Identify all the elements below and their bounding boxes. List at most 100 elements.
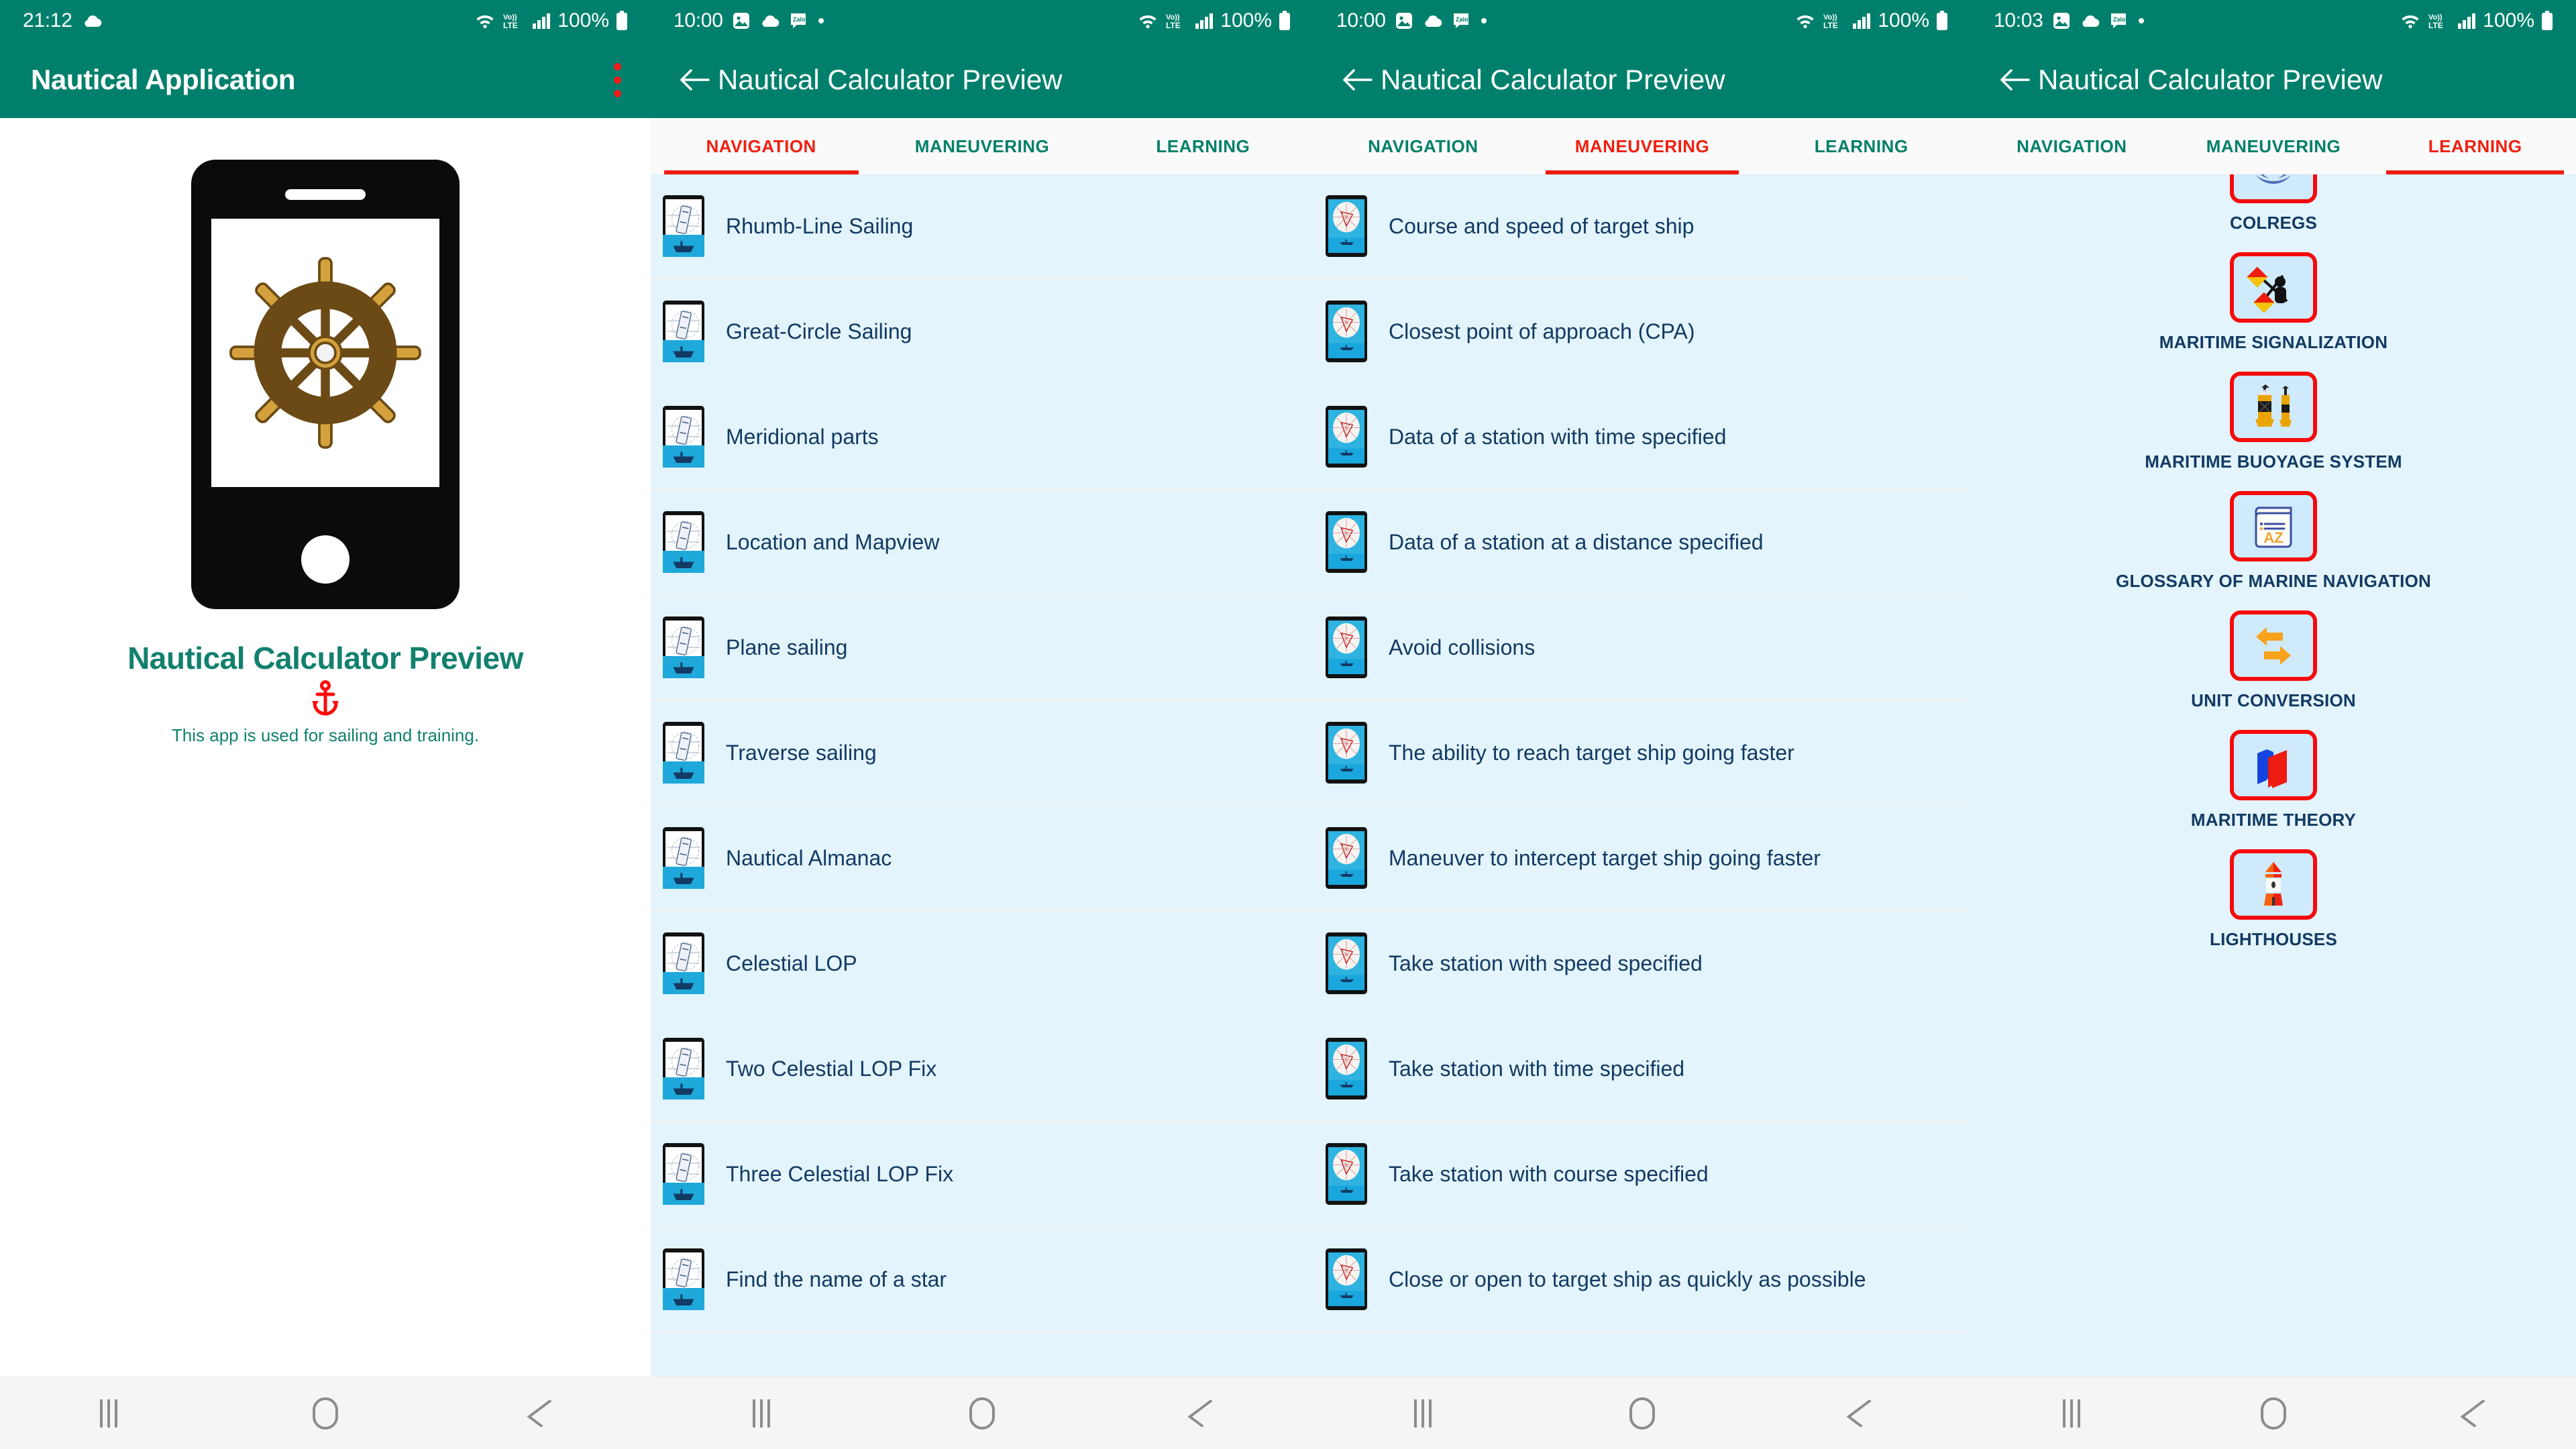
list-item-label: Take station with time specified [1389, 1056, 1685, 1081]
sextant-phone-icon [663, 511, 704, 573]
list-item[interactable]: Location and Mapview [651, 490, 1313, 596]
grid-item[interactable]: COLREGS [2230, 174, 2317, 252]
tab-maneuvering[interactable]: MANEUVERING [871, 118, 1092, 174]
navigation-list[interactable]: Rhumb-Line Sailing Great-Circle Sailing … [651, 174, 1313, 1377]
list-item-label: Meridional parts [726, 424, 879, 449]
tab-navigation[interactable]: NAVIGATION [1313, 118, 1533, 174]
grid-item[interactable]: LIGHTHOUSES [2210, 849, 2337, 969]
status-bar: 21:12 Vo)) LTE 100% [0, 0, 651, 42]
tab-learning[interactable]: LEARNING [1752, 118, 1971, 174]
grid-item-label: GLOSSARY OF MARINE NAVIGATION [2116, 571, 2431, 591]
back-arrow-icon[interactable] [1991, 68, 2038, 92]
back-arrow-icon[interactable] [1334, 68, 1381, 92]
list-item[interactable]: Take station with speed specified [1313, 912, 1971, 1017]
list-item[interactable]: Meridional parts [651, 385, 1313, 490]
list-item[interactable]: Take station with course specified [1313, 1122, 1971, 1228]
list-item[interactable]: Two Celestial LOP Fix [651, 1017, 1313, 1122]
list-item[interactable]: Closest point of approach (CPA) [1313, 280, 1971, 385]
app-bar: Nautical Application [0, 42, 651, 118]
list-item[interactable]: Close or open to target ship as quickly … [1313, 1228, 1971, 1333]
grid-item-label: LIGHTHOUSES [2210, 929, 2337, 949]
list-item[interactable]: Find the name of a star [651, 1228, 1313, 1333]
maneuvering-list[interactable]: Course and speed of target ship Closest … [1313, 174, 1971, 1377]
grid-item[interactable]: MARITIME BUOYAGE SYSTEM [2145, 372, 2402, 491]
app-bar: Nautical Calculator Preview [1971, 42, 2576, 118]
list-item-label: Close or open to target ship as quickly … [1389, 1267, 1866, 1291]
cloud-icon [759, 13, 780, 28]
wifi-icon [1794, 12, 1816, 30]
sextant-phone-icon [663, 1248, 704, 1310]
list-item[interactable]: Take station with time specified [1313, 1017, 1971, 1122]
status-bar: 10:03 Zalo Vo)) LTE 100% [1971, 0, 2576, 42]
overflow-menu-icon[interactable] [604, 62, 631, 97]
list-item[interactable]: Maneuver to intercept target ship going … [1313, 806, 1971, 912]
tab-navigation[interactable]: NAVIGATION [1971, 118, 2173, 174]
battery-percent: 100% [2483, 9, 2534, 32]
home-icon[interactable] [942, 1397, 1022, 1430]
grid-item-label: MARITIME BUOYAGE SYSTEM [2145, 451, 2402, 472]
list-item[interactable]: Course and speed of target ship [1313, 174, 1971, 280]
svg-text:Zalo: Zalo [793, 16, 806, 23]
list-item[interactable]: Traverse sailing [651, 701, 1313, 806]
signal-icon [1195, 13, 1214, 29]
screen-home: 21:12 Vo)) LTE 100% Nautical Application… [0, 0, 651, 1449]
back-icon[interactable] [1821, 1399, 1902, 1428]
tab-maneuvering[interactable]: MANEUVERING [1533, 118, 1752, 174]
grid-item[interactable]: AZ GLOSSARY OF MARINE NAVIGATION [2116, 491, 2431, 610]
home-content: Nautical Calculator Preview This app is … [0, 118, 651, 1377]
zalo-icon: Zalo [789, 11, 808, 30]
recents-icon[interactable] [68, 1399, 149, 1428]
list-item[interactable]: Avoid collisions [1313, 596, 1971, 701]
back-arrow-icon[interactable] [671, 68, 718, 92]
list-item-label: Rhumb-Line Sailing [726, 213, 914, 238]
list-item-label: Avoid collisions [1389, 635, 1536, 659]
recents-icon[interactable] [721, 1399, 802, 1428]
list-item[interactable]: Data of a station with time specified [1313, 385, 1971, 490]
svg-text:AZ: AZ [2263, 529, 2283, 546]
back-icon[interactable] [2435, 1399, 2516, 1428]
wifi-icon [1137, 12, 1159, 30]
tab-navigation[interactable]: NAVIGATION [651, 118, 871, 174]
recents-icon[interactable] [2031, 1399, 2112, 1428]
tab-learning[interactable]: LEARNING [1093, 118, 1313, 174]
list-item[interactable]: Data of a station at a distance specifie… [1313, 490, 1971, 596]
list-item-label: Course and speed of target ship [1389, 213, 1695, 238]
list-item[interactable]: Nautical Almanac [651, 806, 1313, 912]
grid-item-label: COLREGS [2230, 213, 2317, 233]
grid-item[interactable]: MARITIME SIGNALIZATION [2159, 252, 2387, 372]
battery-percent: 100% [1220, 9, 1272, 32]
screen-maneuvering: 10:00 Zalo Vo)) LTE 100% Nautical Calcul… [1313, 0, 1971, 1449]
back-icon[interactable] [502, 1399, 582, 1428]
list-item[interactable]: Plane sailing [651, 596, 1313, 701]
anchor-icon [311, 680, 340, 721]
tab-learning[interactable]: LEARNING [2374, 118, 2576, 174]
back-icon[interactable] [1163, 1399, 1243, 1428]
grid-item[interactable]: MARITIME THEORY [2191, 730, 2356, 849]
home-icon[interactable] [285, 1397, 366, 1430]
list-item[interactable]: Three Celestial LOP Fix [651, 1122, 1313, 1228]
home-icon[interactable] [2233, 1397, 2314, 1430]
phone-with-ships-wheel-icon [191, 160, 460, 609]
learning-grid[interactable]: COLREGS MARITIME SIGNALIZATION MARITIME … [1971, 174, 2576, 1377]
list-item-label: Celestial LOP [726, 951, 857, 975]
app-headline: Nautical Calculator Preview [127, 641, 523, 676]
page-title: Nautical Calculator Preview [1381, 64, 1725, 95]
sextant-phone-icon [663, 1143, 704, 1205]
battery-percent: 100% [1878, 9, 1929, 32]
sextant-phone-icon [663, 827, 704, 889]
grid-item[interactable]: UNIT CONVERSION [2191, 610, 2356, 730]
battery-percent: 100% [557, 9, 609, 32]
radar-phone-icon [1326, 1143, 1367, 1205]
list-item[interactable]: Great-Circle Sailing [651, 280, 1313, 385]
tab-maneuvering[interactable]: MANEUVERING [2173, 118, 2375, 174]
home-icon[interactable] [1602, 1397, 1682, 1430]
system-nav-bar [1313, 1377, 1971, 1449]
list-item[interactable]: The ability to reach target ship going f… [1313, 701, 1971, 806]
recents-icon[interactable] [1383, 1399, 1463, 1428]
list-item[interactable]: Celestial LOP [651, 912, 1313, 1017]
list-item[interactable]: Rhumb-Line Sailing [651, 174, 1313, 280]
dot-icon [1480, 17, 1488, 25]
svg-text:LTE: LTE [1166, 21, 1181, 30]
svg-text:Zalo: Zalo [1456, 16, 1468, 23]
radar-phone-icon [1326, 827, 1367, 889]
